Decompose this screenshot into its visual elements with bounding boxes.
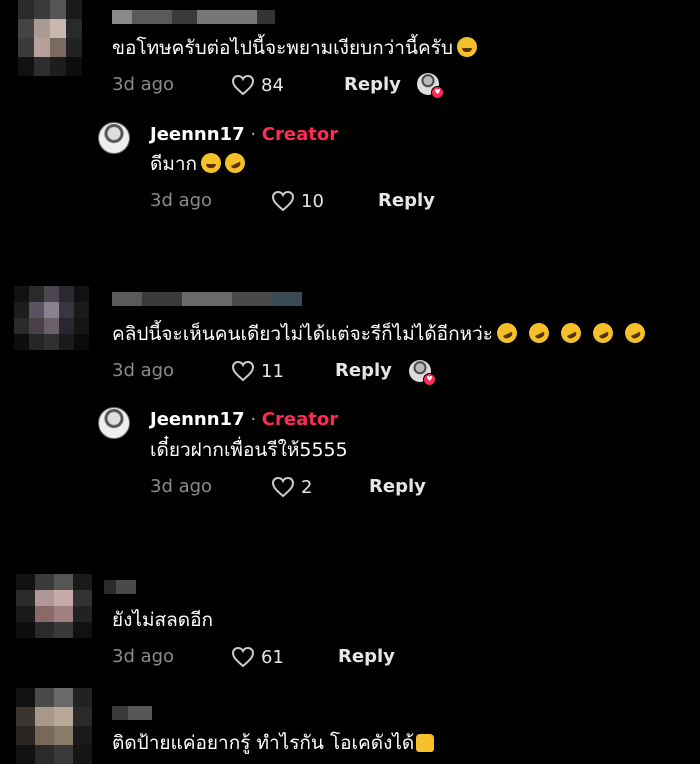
comment-time: 3d ago — [112, 74, 175, 95]
reply-text: เดี๋ยวฝากเพื่อนรีให้5555 — [150, 439, 348, 461]
thumbs-up-emoji-icon — [416, 734, 435, 752]
reply-button[interactable]: Reply — [378, 190, 435, 211]
reply-text: ดีมาก — [150, 149, 249, 177]
rofl-emoji-icon — [525, 319, 553, 347]
username-redacted[interactable] — [112, 10, 275, 24]
like-count: 2 — [301, 476, 313, 498]
comment-time: 3d ago — [112, 360, 175, 381]
comment-text: ติดป้ายแค่อยากรู้ ทำไรกัน โอเคดังได้ — [112, 731, 435, 755]
heart-outline-icon — [271, 476, 295, 498]
heart-badge-icon: ♥ — [423, 373, 436, 386]
reply-author[interactable]: Jeennn17 · Creator — [150, 124, 338, 145]
like-button[interactable]: 84 — [231, 74, 284, 96]
like-count: 11 — [261, 360, 284, 382]
like-button[interactable]: 10 — [271, 190, 324, 212]
creator-badge: Creator — [261, 124, 339, 145]
reply-time: 3d ago — [150, 476, 213, 497]
username-redacted[interactable] — [112, 706, 152, 720]
rofl-emoji-icon — [221, 149, 249, 177]
comment-text: ขอโทษครับต่อไปนี้จะพยามเงียบกว่านี้ครับ — [112, 36, 477, 60]
rofl-emoji-icon — [621, 319, 649, 347]
grin-emoji-icon — [456, 37, 477, 57]
heart-badge-icon: ♥ — [431, 86, 444, 99]
heart-outline-icon — [231, 74, 255, 96]
reply-time: 3d ago — [150, 190, 213, 211]
heart-outline-icon — [271, 190, 295, 212]
username-redacted[interactable] — [112, 292, 302, 306]
avatar[interactable] — [16, 574, 92, 638]
like-button[interactable]: 61 — [231, 646, 284, 668]
reply-button[interactable]: Reply — [344, 74, 401, 95]
username-redacted[interactable] — [104, 580, 136, 594]
rofl-emoji-icon — [589, 319, 617, 347]
like-button[interactable]: 11 — [231, 360, 284, 382]
grin-emoji-icon — [201, 153, 222, 173]
creator-avatar[interactable] — [98, 407, 130, 439]
comment-text: คลิปนี้จะเห็นคนเดียวไม่ได้แต่จะรีก็ไม่ได… — [112, 319, 649, 347]
reply-author[interactable]: Jeennn17 · Creator — [150, 409, 338, 430]
heart-outline-icon — [231, 360, 255, 382]
reply-button[interactable]: Reply — [335, 360, 392, 381]
avatar[interactable] — [14, 286, 90, 350]
like-button[interactable]: 2 — [271, 476, 312, 498]
reply-button[interactable]: Reply — [369, 476, 426, 497]
creator-badge: Creator — [261, 409, 339, 430]
avatar[interactable] — [18, 0, 82, 76]
like-count: 84 — [261, 74, 284, 96]
comment-text: ยังไม่สลดอีก — [112, 609, 213, 631]
like-count: 61 — [261, 646, 284, 668]
rofl-emoji-icon — [557, 319, 585, 347]
heart-outline-icon — [231, 646, 255, 668]
avatar[interactable] — [16, 688, 92, 764]
creator-avatar[interactable] — [98, 122, 130, 154]
comment-time: 3d ago — [112, 646, 175, 667]
reply-button[interactable]: Reply — [338, 646, 395, 667]
like-count: 10 — [301, 190, 324, 212]
rofl-emoji-icon — [493, 319, 521, 347]
